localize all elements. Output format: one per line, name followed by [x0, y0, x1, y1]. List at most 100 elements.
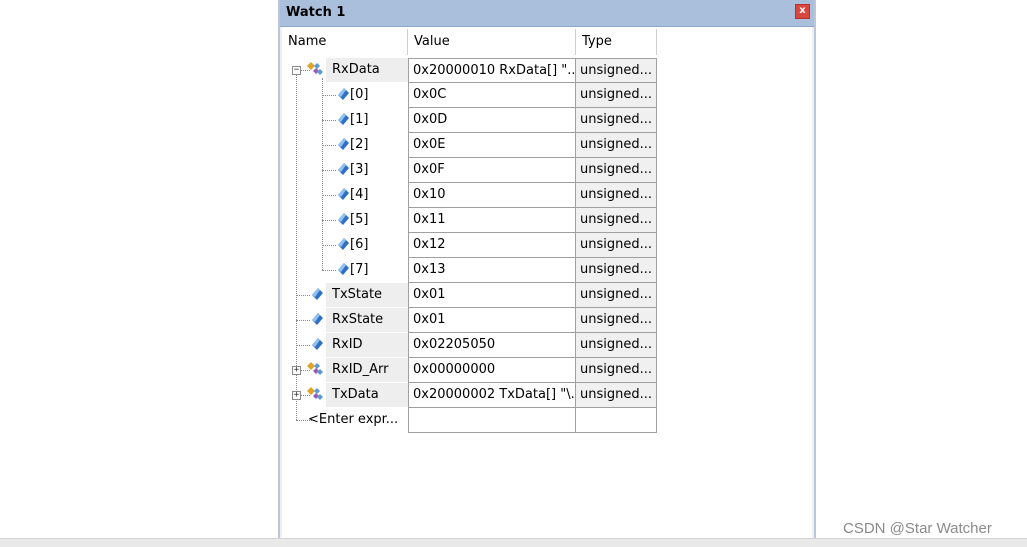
- row-name: [6]: [350, 237, 369, 252]
- row-type: unsigned...: [576, 208, 657, 233]
- watermark: CSDN @Star Watcher: [843, 520, 992, 537]
- row-type: [576, 408, 657, 433]
- name-cell[interactable]: [4]: [282, 183, 408, 208]
- row-value[interactable]: 0x00000000: [408, 358, 576, 383]
- row-type: unsigned...: [576, 58, 657, 83]
- row-value[interactable]: 0x13: [408, 258, 576, 283]
- tree-connector: [296, 345, 310, 346]
- row-name: [7]: [350, 262, 369, 277]
- watch-row[interactable]: [1] 0x0D unsigned...: [282, 108, 658, 133]
- tree-connector: [322, 220, 336, 221]
- watch-row[interactable]: RxState 0x01 unsigned...: [282, 308, 658, 333]
- watch-titlebar[interactable]: Watch 1 x: [280, 0, 814, 27]
- row-type: unsigned...: [576, 158, 657, 183]
- row-type: unsigned...: [576, 233, 657, 258]
- row-type: unsigned...: [576, 258, 657, 283]
- enter-expression-row[interactable]: <Enter expr...: [282, 408, 658, 433]
- row-name: RxID_Arr: [326, 358, 408, 382]
- watch-row[interactable]: − RxData 0x20000010 RxData[] "... unsigned.…: [282, 58, 658, 83]
- row-value[interactable]: 0x11: [408, 208, 576, 233]
- row-name: [5]: [350, 212, 369, 227]
- tree-connector: [296, 295, 310, 296]
- row-type: unsigned...: [576, 358, 657, 383]
- collapse-toggle-icon[interactable]: −: [292, 66, 301, 75]
- row-value[interactable]: 0x10: [408, 183, 576, 208]
- row-value[interactable]: 0x01: [408, 308, 576, 333]
- name-cell[interactable]: [6]: [282, 233, 408, 258]
- row-name: RxID: [326, 333, 408, 357]
- row-type: unsigned...: [576, 133, 657, 158]
- variable-icon: [312, 288, 323, 304]
- row-type: unsigned...: [576, 333, 657, 358]
- name-cell[interactable]: TxState: [282, 283, 408, 308]
- struct-variable-icon: [307, 362, 323, 380]
- watch-window: Watch 1 x Name Value Type − RxData 0x20000…: [278, 0, 816, 546]
- row-name: TxState: [326, 283, 408, 307]
- column-header-type[interactable]: Type: [576, 29, 657, 55]
- expand-toggle-icon[interactable]: +: [292, 391, 301, 400]
- name-cell[interactable]: [7]: [282, 258, 408, 283]
- column-header-name[interactable]: Name: [282, 29, 408, 55]
- name-cell[interactable]: [3]: [282, 158, 408, 183]
- row-type: unsigned...: [576, 308, 657, 333]
- row-type: unsigned...: [576, 283, 657, 308]
- watch-row[interactable]: + RxID_Arr 0x00000000 unsigned...: [282, 358, 658, 383]
- row-name: [3]: [350, 162, 369, 177]
- row-value[interactable]: 0x02205050: [408, 333, 576, 358]
- row-name: TxData: [326, 383, 408, 407]
- row-name: [4]: [350, 187, 369, 202]
- row-value[interactable]: 0x0C: [408, 83, 576, 108]
- watch-row[interactable]: [7] 0x13 unsigned...: [282, 258, 658, 283]
- tree-connector: [322, 195, 336, 196]
- watch-row[interactable]: [4] 0x10 unsigned...: [282, 183, 658, 208]
- row-name: [2]: [350, 137, 369, 152]
- tree-connector: [322, 95, 336, 96]
- struct-variable-icon: [307, 62, 323, 80]
- row-value[interactable]: 0x0D: [408, 108, 576, 133]
- tree-connector: [322, 145, 336, 146]
- watch-row[interactable]: + TxData 0x20000002 TxData[] "\... unsigned…: [282, 383, 658, 408]
- watch-row[interactable]: RxID 0x02205050 unsigned...: [282, 333, 658, 358]
- watch-row[interactable]: [5] 0x11 unsigned...: [282, 208, 658, 233]
- watch-row[interactable]: [2] 0x0E unsigned...: [282, 133, 658, 158]
- column-header-value[interactable]: Value: [408, 29, 576, 55]
- expand-toggle-icon[interactable]: +: [292, 366, 301, 375]
- row-value[interactable]: 0x01: [408, 283, 576, 308]
- row-value[interactable]: 0x0E: [408, 133, 576, 158]
- row-name: RxState: [326, 308, 408, 332]
- name-cell[interactable]: [2]: [282, 133, 408, 158]
- name-cell[interactable]: + RxID_Arr: [282, 358, 408, 383]
- tree-connector: [322, 170, 336, 171]
- tree-connector: [322, 270, 336, 271]
- watch-row[interactable]: [3] 0x0F unsigned...: [282, 158, 658, 183]
- row-value[interactable]: 0x20000002 TxData[] "\...: [408, 383, 576, 408]
- name-cell[interactable]: RxID: [282, 333, 408, 358]
- name-cell[interactable]: [0]: [282, 83, 408, 108]
- variable-icon: [312, 313, 323, 329]
- name-cell[interactable]: <Enter expr...: [282, 408, 408, 433]
- tree-connector: [296, 320, 310, 321]
- watch-row[interactable]: [6] 0x12 unsigned...: [282, 233, 658, 258]
- row-name: [0]: [350, 87, 369, 102]
- name-cell[interactable]: [5]: [282, 208, 408, 233]
- row-type: unsigned...: [576, 108, 657, 133]
- row-name: RxData: [326, 58, 408, 82]
- name-cell[interactable]: [1]: [282, 108, 408, 133]
- column-headers: Name Value Type: [282, 29, 658, 55]
- row-value[interactable]: 0x0F: [408, 158, 576, 183]
- name-cell[interactable]: RxState: [282, 308, 408, 333]
- row-name: [1]: [350, 112, 369, 127]
- watch-content: Name Value Type − RxData 0x20000010 RxData…: [282, 27, 812, 538]
- struct-variable-icon: [307, 387, 323, 405]
- row-value[interactable]: [408, 408, 576, 433]
- watch-row[interactable]: TxState 0x01 unsigned...: [282, 283, 658, 308]
- watch-row[interactable]: [0] 0x0C unsigned...: [282, 83, 658, 108]
- window-title: Watch 1: [286, 5, 346, 20]
- row-value[interactable]: 0x20000010 RxData[] "...: [408, 58, 576, 83]
- row-type: unsigned...: [576, 383, 657, 408]
- row-value[interactable]: 0x12: [408, 233, 576, 258]
- tree-connector: [322, 120, 336, 121]
- name-cell[interactable]: − RxData: [282, 58, 408, 83]
- close-button[interactable]: x: [795, 4, 810, 19]
- name-cell[interactable]: + TxData: [282, 383, 408, 408]
